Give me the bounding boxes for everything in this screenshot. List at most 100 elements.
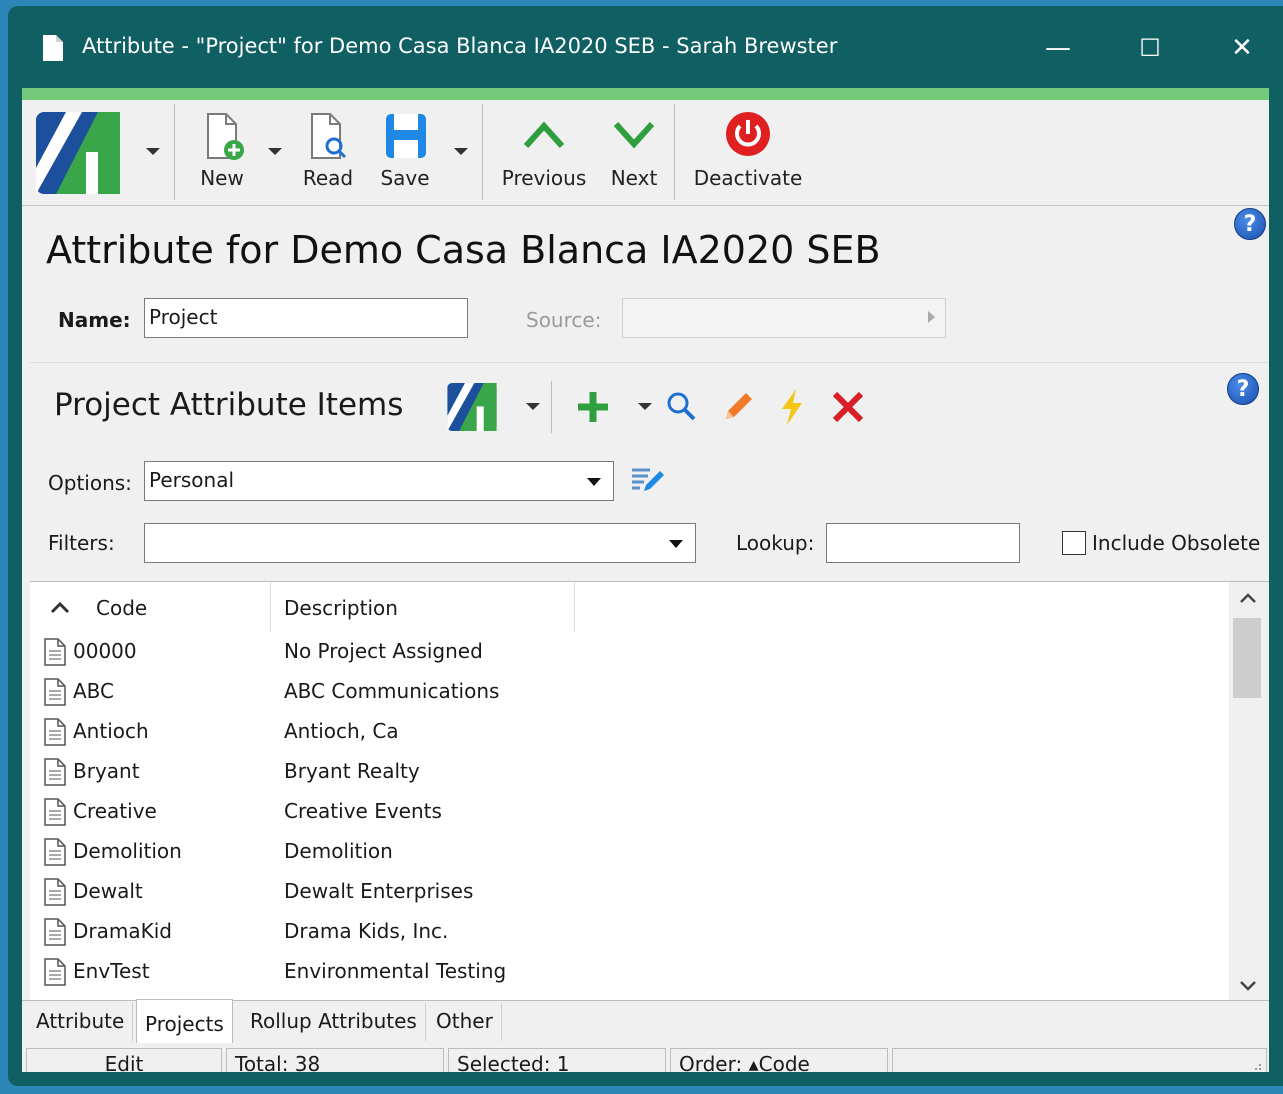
status-extra	[892, 1048, 1267, 1072]
row-code: Demolition	[73, 839, 182, 863]
delete-icon[interactable]	[830, 389, 866, 425]
row-description: Dewalt Enterprises	[284, 879, 474, 903]
filters-dropdown-icon	[669, 540, 683, 548]
scroll-up-icon[interactable]	[1239, 592, 1257, 604]
document-icon	[44, 838, 66, 866]
column-divider[interactable]	[574, 582, 575, 632]
row-description: Bryant Realty	[284, 759, 420, 783]
document-icon	[43, 35, 63, 61]
document-icon	[44, 798, 66, 826]
sort-ascending-icon	[50, 602, 70, 614]
row-description: Environmental Testing	[284, 959, 507, 983]
status-total: Total: 38	[226, 1048, 444, 1072]
document-icon	[44, 878, 66, 906]
add-icon[interactable]	[575, 389, 611, 425]
previous-button[interactable]: Previous	[500, 106, 588, 202]
next-button[interactable]: Next	[606, 106, 662, 202]
row-description: Demolition	[284, 839, 393, 863]
table-row[interactable]: ABC ABC Communications	[30, 672, 1229, 712]
row-code: DramaKid	[73, 919, 172, 943]
new-button[interactable]: New	[194, 106, 250, 202]
lookup-input[interactable]	[826, 523, 1020, 563]
vertical-scrollbar[interactable]	[1229, 582, 1269, 1006]
status-bar: Edit Total: 38 Selected: 1 Order: ▴Code	[22, 1044, 1269, 1078]
window-title: Attribute - "Project" for Demo Casa Blan…	[82, 34, 838, 58]
tab-other[interactable]: Other	[428, 1003, 502, 1041]
lightning-icon[interactable]	[778, 387, 806, 427]
next-label: Next	[610, 166, 658, 190]
scroll-down-icon[interactable]	[1239, 980, 1257, 992]
bottom-tabs: Attribute Projects Rollup Attributes Oth…	[22, 999, 1269, 1044]
table-row[interactable]: DramaKid Drama Kids, Inc.	[30, 912, 1229, 952]
row-code: ABC	[73, 679, 115, 703]
read-button[interactable]: Read	[298, 106, 358, 202]
table-row[interactable]: 00000 No Project Assigned	[30, 632, 1229, 672]
table-row[interactable]: Antioch Antioch, Ca	[30, 712, 1229, 752]
edit-options-icon[interactable]	[630, 465, 666, 495]
new-menu-caret-icon[interactable]	[268, 148, 282, 155]
deactivate-button[interactable]: Deactivate	[690, 106, 806, 202]
document-icon	[44, 678, 66, 706]
minimize-button[interactable]: —	[1038, 30, 1078, 66]
chevron-down-icon	[613, 121, 655, 149]
search-icon[interactable]	[664, 389, 698, 423]
document-icon	[44, 638, 66, 666]
toolbar-separator	[482, 104, 483, 200]
row-code: 00000	[73, 639, 137, 663]
toolbar-separator	[551, 381, 552, 433]
tab-projects[interactable]: Projects	[136, 999, 233, 1043]
include-obsolete-checkbox[interactable]	[1062, 531, 1086, 555]
power-icon	[726, 112, 770, 156]
options-label: Options:	[48, 471, 132, 495]
deactivate-label: Deactivate	[693, 166, 803, 190]
tab-attribute[interactable]: Attribute	[28, 1003, 134, 1041]
add-menu-caret-icon[interactable]	[638, 403, 652, 410]
name-input[interactable]: Project	[144, 298, 468, 338]
row-code: Creative	[73, 799, 157, 823]
items-grid: Code Description 00000 No Project Assign…	[30, 581, 1269, 1006]
status-selected: Selected: 1	[448, 1048, 666, 1072]
edit-pencil-icon[interactable]	[720, 389, 756, 425]
column-header-code[interactable]: Code	[96, 596, 147, 620]
maximize-button[interactable]: ☐	[1130, 30, 1170, 66]
row-code: Antioch	[73, 719, 149, 743]
title-bar[interactable]: Attribute - "Project" for Demo Casa Blan…	[22, 6, 1269, 88]
status-order: Order: ▴Code	[670, 1048, 888, 1072]
save-menu-caret-icon[interactable]	[454, 148, 468, 155]
toolbar-separator	[674, 104, 675, 200]
document-icon	[44, 958, 66, 986]
table-row[interactable]: Creative Creative Events	[30, 792, 1229, 832]
scrollbar-thumb[interactable]	[1233, 618, 1261, 698]
source-label: Source:	[526, 308, 602, 332]
tab-rollup-attributes[interactable]: Rollup Attributes	[242, 1003, 426, 1041]
help-icon[interactable]: ?	[1234, 208, 1266, 240]
table-row[interactable]: Demolition Demolition	[30, 832, 1229, 872]
app-logo-icon[interactable]	[447, 383, 497, 431]
options-select[interactable]: Personal	[144, 461, 614, 501]
save-button[interactable]: Save	[376, 106, 434, 202]
include-obsolete-label[interactable]: Include Obsolete	[1092, 531, 1260, 555]
filters-select[interactable]	[144, 523, 696, 563]
table-row[interactable]: EnvTest Environmental Testing	[30, 952, 1229, 992]
new-label: New	[200, 166, 244, 190]
close-button[interactable]: ✕	[1222, 30, 1262, 66]
chevron-up-icon	[523, 121, 565, 149]
resize-grip-icon[interactable]	[1247, 1062, 1263, 1078]
items-logo-caret-icon[interactable]	[526, 403, 540, 410]
column-header-description[interactable]: Description	[284, 596, 398, 620]
app-logo-icon[interactable]	[36, 112, 120, 194]
column-divider[interactable]	[270, 582, 271, 632]
table-row[interactable]: Bryant Bryant Realty	[30, 752, 1229, 792]
grid-header: Code Description	[30, 582, 1229, 632]
source-input	[622, 298, 946, 338]
row-description: Creative Events	[284, 799, 442, 823]
row-code: EnvTest	[73, 959, 150, 983]
read-label: Read	[302, 166, 354, 190]
toolbar: New Read Save Previous Next Deactivate	[22, 100, 1269, 206]
logo-menu-caret-icon[interactable]	[146, 148, 160, 155]
table-row[interactable]: Dewalt Dewalt Enterprises	[30, 872, 1229, 912]
save-disk-icon	[386, 114, 426, 158]
items-help-icon[interactable]: ?	[1227, 373, 1259, 405]
document-icon	[44, 918, 66, 946]
filters-label: Filters:	[48, 531, 115, 555]
